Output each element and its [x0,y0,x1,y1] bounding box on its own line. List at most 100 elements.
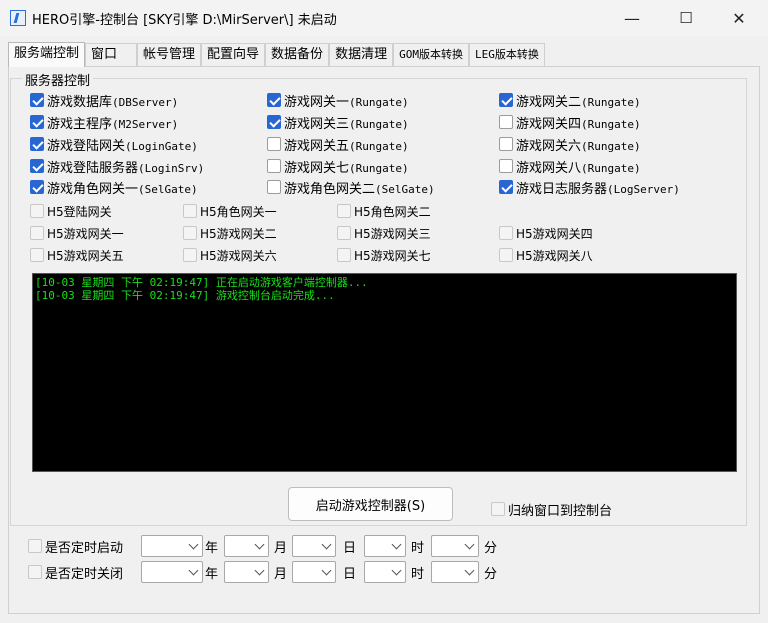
minimize-to-console-checkbox[interactable]: 归纳窗口到控制台 [491,500,612,519]
tab-data-backup[interactable]: 数据备份 [265,43,330,66]
server-checkbox[interactable]: 游戏日志服务器(LogServer) [499,178,680,197]
checkbox-unchecked[interactable] [499,159,513,173]
checkbox-disabled[interactable] [499,226,513,240]
checkbox-checked[interactable] [30,115,44,129]
schedule-stop-checkbox[interactable]: 是否定时关闭 [28,563,123,582]
year-select[interactable] [141,535,203,557]
checkbox-disabled[interactable] [183,248,197,262]
day-select[interactable] [292,535,336,557]
server-exe: (Rungate) [349,95,409,109]
h5-checkbox[interactable]: H5游戏网关一 [30,224,124,242]
checkbox-disabled[interactable] [337,226,351,240]
server-checkbox[interactable]: 游戏网关七(Rungate) [267,157,409,176]
h5-checkbox[interactable]: H5游戏网关四 [499,224,593,242]
minute-unit-label: 分 [484,567,498,582]
checkbox-disabled[interactable] [183,204,197,218]
checkbox-checked[interactable] [499,180,513,194]
minute-select[interactable] [431,535,479,557]
h5-checkbox[interactable]: H5游戏网关三 [337,224,431,242]
server-checkbox[interactable]: 游戏网关六(Rungate) [499,135,641,154]
server-exe: (Rungate) [581,161,641,175]
tab-data-clean[interactable]: 数据清理 [329,43,394,66]
server-checkbox[interactable]: 游戏网关四(Rungate) [499,113,641,132]
checkbox-disabled[interactable] [28,539,42,553]
h5-checkbox[interactable]: H5角色网关一 [183,202,277,220]
close-button[interactable]: ✕ [716,0,762,36]
server-checkbox[interactable]: 游戏网关一(Rungate) [267,91,409,110]
server-checkbox[interactable]: 游戏网关五(Rungate) [267,135,409,154]
server-checkbox[interactable]: 游戏主程序(M2Server) [30,113,178,132]
checkbox-checked[interactable] [30,159,44,173]
tab-account[interactable]: 帐号管理 [137,43,202,66]
h5-checkbox[interactable]: H5游戏网关七 [337,246,431,264]
h5-checkbox[interactable]: H5游戏网关八 [499,246,593,264]
hour-unit-label: 时 [411,541,425,556]
day-unit-label: 日 [343,567,357,582]
server-checkbox[interactable]: 游戏登陆服务器(LoginSrv) [30,157,204,176]
tab-server-control[interactable]: 服务端控制 [8,42,86,67]
checkbox-checked[interactable] [267,93,281,107]
server-checkbox-label: 游戏主程序(M2Server) [47,113,178,132]
checkbox-disabled[interactable] [30,204,44,218]
h5-checkbox[interactable]: H5角色网关二 [337,202,431,220]
day-select[interactable] [292,561,336,583]
checkbox-checked[interactable] [30,93,44,107]
hour-unit-label: 时 [411,567,425,582]
hour-select[interactable] [364,535,406,557]
checkbox-disabled[interactable] [28,565,42,579]
tab-window[interactable]: 窗口 [85,43,138,66]
server-checkbox-label: 游戏网关八(Rungate) [516,157,641,176]
checkbox-unchecked[interactable] [499,137,513,151]
h5-checkbox-label: H5游戏网关三 [354,226,431,241]
checkbox-box[interactable] [491,502,505,516]
server-checkbox-label: 游戏网关三(Rungate) [284,113,409,132]
server-checkbox[interactable]: 游戏网关八(Rungate) [499,157,641,176]
year-select[interactable] [141,561,203,583]
server-checkbox[interactable]: 游戏数据库(DBServer) [30,91,178,110]
hour-select[interactable] [364,561,406,583]
checkbox-disabled[interactable] [499,248,513,262]
maximize-button[interactable]: ☐ [663,0,709,36]
start-controller-button[interactable]: 启动游戏控制器(S) [288,487,453,521]
checkbox-disabled[interactable] [30,226,44,240]
server-exe: (LoginGate) [125,139,198,153]
tab-gom-convert[interactable]: GOM版本转换 [393,43,469,66]
month-select[interactable] [224,561,269,583]
checkbox-checked[interactable] [30,137,44,151]
minute-select[interactable] [431,561,479,583]
server-name: 游戏网关七 [284,160,350,176]
server-checkbox[interactable]: 游戏登陆网关(LoginGate) [30,135,198,154]
minimize-button[interactable]: — [609,0,655,36]
month-select[interactable] [224,535,269,557]
checkbox-disabled[interactable] [183,226,197,240]
server-checkbox[interactable]: 游戏角色网关一(SelGate) [30,178,198,197]
server-checkbox-label: 游戏网关六(Rungate) [516,135,641,154]
h5-checkbox[interactable]: H5游戏网关六 [183,246,277,264]
checkbox-checked[interactable] [267,115,281,129]
checkbox-checked[interactable] [30,180,44,194]
checkbox-disabled[interactable] [30,248,44,262]
h5-checkbox[interactable]: H5游戏网关二 [183,224,277,242]
h5-checkbox[interactable]: H5游戏网关五 [30,246,124,264]
server-checkbox[interactable]: 游戏网关二(Rungate) [499,91,641,110]
checkbox-disabled[interactable] [337,204,351,218]
h5-checkbox-label: H5游戏网关二 [200,226,277,241]
server-checkbox[interactable]: 游戏角色网关二(SelGate) [267,178,435,197]
checkbox-unchecked[interactable] [499,115,513,129]
year-unit-label: 年 [205,567,219,582]
h5-checkbox-label: H5游戏网关一 [47,226,124,241]
server-checkbox[interactable]: 游戏网关三(Rungate) [267,113,409,132]
server-exe: (Rungate) [581,139,641,153]
tab-config-wizard[interactable]: 配置向导 [201,43,266,66]
checkbox-unchecked[interactable] [267,180,281,194]
server-exe: (LogServer) [607,182,680,196]
schedule-start-checkbox[interactable]: 是否定时启动 [28,537,123,556]
h5-checkbox[interactable]: H5登陆网关 [30,202,112,220]
server-name: 游戏登陆网关 [47,138,126,154]
checkbox-unchecked[interactable] [267,137,281,151]
checkbox-unchecked[interactable] [267,159,281,173]
checkbox-disabled[interactable] [337,248,351,262]
checkbox-checked[interactable] [499,93,513,107]
chevron-down-icon [188,565,199,576]
tab-leg-convert[interactable]: LEG版本转换 [468,43,545,66]
